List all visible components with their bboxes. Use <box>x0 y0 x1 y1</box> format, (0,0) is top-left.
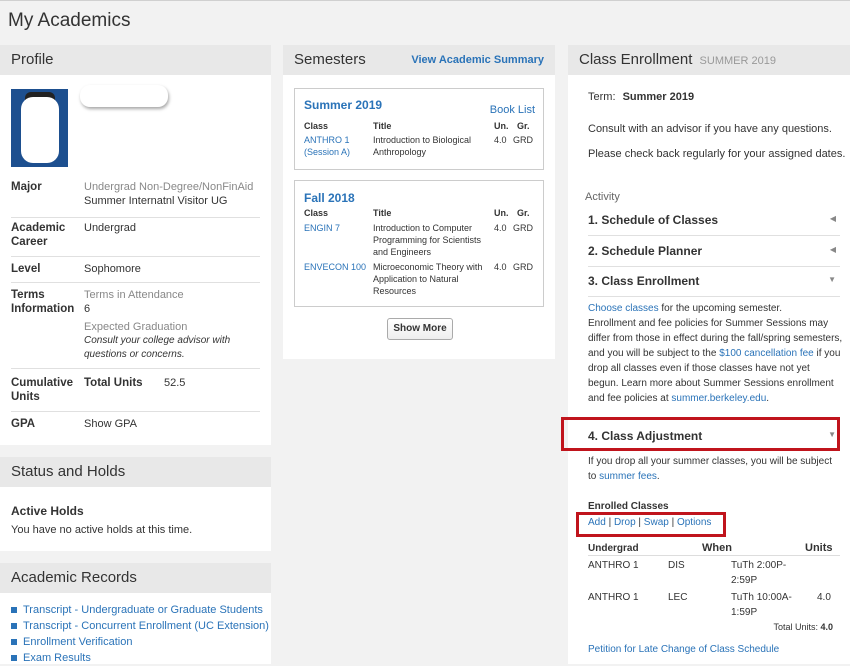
semesters-header: Semesters View Academic Summary <box>283 45 555 75</box>
redacted-name <box>80 85 168 107</box>
profile-header: Profile <box>0 45 271 75</box>
total-units-value: 52.5 <box>164 377 186 389</box>
table-divider <box>588 555 840 556</box>
cumulative-label: Cumulative Units <box>11 377 73 403</box>
major-value: Undergrad Non-Degree/NonFinAid Summer In… <box>84 181 254 207</box>
academic-records-card: Academic Records Transcript - Undergradu… <box>0 563 271 664</box>
record-link[interactable]: Transcript - Undergraduate or Graduate S… <box>11 602 269 618</box>
gpa-label: GPA <box>11 418 36 430</box>
class-title: Microeconomic Theory with Application to… <box>373 262 483 296</box>
summer-berkeley-link[interactable]: summer.berkeley.edu <box>671 393 766 404</box>
career-value: Undergrad <box>84 222 136 234</box>
show-more-button[interactable]: Show More <box>387 318 453 340</box>
book-list-link[interactable]: Book List <box>490 104 535 116</box>
highlight-enrolled-actions <box>576 512 726 537</box>
status-header: Status and Holds <box>0 457 271 487</box>
profile-card: Profile Major Undergrad Non-Degree/NonFi… <box>0 45 271 445</box>
cancellation-fee-link[interactable]: $100 cancellation fee <box>719 348 814 359</box>
view-academic-summary-link[interactable]: View Academic Summary <box>411 45 544 75</box>
summer-fees-link[interactable]: summer fees <box>599 471 657 482</box>
avatar <box>11 89 68 167</box>
highlight-class-adjustment <box>561 417 840 451</box>
col-when: When <box>702 542 732 554</box>
table-row-units: 4.0 <box>817 592 831 603</box>
top-bar: My Academics <box>0 0 850 39</box>
semester-fall-2018: Fall 2018 Class Title Un. Gr. ENGIN 7 In… <box>294 180 544 307</box>
level-value: Sophomore <box>84 263 141 275</box>
caret-down-icon: ▼ <box>828 275 836 284</box>
enrollment-description: Choose classes for the upcoming semester… <box>588 303 843 404</box>
gpa-row: GPA Show GPA <box>11 417 260 433</box>
table-row-class: ANTHRO 1 <box>588 592 639 603</box>
total-units: Total Units: 4.0 <box>773 622 833 632</box>
show-gpa-link[interactable]: Show GPA <box>84 417 262 431</box>
semester-title[interactable]: Fall 2018 <box>304 191 355 205</box>
class-enrollment-card: Class Enrollment SUMMER 2019 Term: Summe… <box>561 45 850 664</box>
table-row-type: DIS <box>668 560 685 571</box>
advisor-text: Consult with an advisor if you have any … <box>588 123 832 135</box>
major-label: Major <box>11 181 42 193</box>
terms-row: Terms Information Terms in Attendance 6 … <box>11 288 260 369</box>
records-header: Academic Records <box>0 563 271 593</box>
career-row: Academic Career Undergrad <box>11 221 260 257</box>
terms-label: Terms Information <box>11 289 75 315</box>
step-schedule-planner[interactable]: 2. Schedule Planner ◀ <box>588 236 840 267</box>
petition-late-change-link[interactable]: Petition for Late Change of Class Schedu… <box>588 644 779 655</box>
page-title: My Academics <box>8 10 131 31</box>
check-text: Please check back regularly for your ass… <box>588 148 846 160</box>
activity-label: Activity <box>585 191 620 203</box>
caret-left-icon: ◀ <box>829 245 836 254</box>
class-title: Introduction to Computer Programming for… <box>373 223 482 257</box>
records-list: Transcript - Undergraduate or Graduate S… <box>11 602 269 666</box>
col-units: Units <box>805 542 833 554</box>
status-holds-card: Status and Holds Active Holds You have n… <box>0 457 271 551</box>
table-row-when: TuTh 2:00P- 2:59P <box>731 560 787 586</box>
semester-summer-2019: Summer 2019 Book List Class Title Un. Gr… <box>294 88 544 170</box>
record-link[interactable]: Transcript - Concurrent Enrollment (UC E… <box>11 618 269 634</box>
class-link[interactable]: ENGIN 7 <box>304 222 340 234</box>
enrollment-term-tag: SUMMER 2019 <box>699 55 776 67</box>
table-row-type: LEC <box>668 592 688 603</box>
table-row-class: ANTHRO 1 <box>588 560 639 571</box>
career-label: Academic Career <box>11 222 66 248</box>
class-link[interactable]: ANTHRO 1 (Session A) <box>304 134 350 158</box>
class-link[interactable]: ENVECON 100 <box>304 261 366 273</box>
caret-left-icon: ◀ <box>829 214 836 223</box>
step-schedule-of-classes[interactable]: 1. Schedule of Classes ◀ <box>588 205 840 236</box>
active-holds-title: Active Holds <box>11 504 84 518</box>
semester-title[interactable]: Summer 2019 <box>304 98 382 112</box>
level-row: Level Sophomore <box>11 262 260 283</box>
enrollment-header: Class Enrollment SUMMER 2019 <box>568 45 850 75</box>
level-label: Level <box>11 263 41 275</box>
terms-value: Terms in Attendance 6 Expected Graduatio… <box>84 289 231 360</box>
adjustment-description: If you drop all your summer classes, you… <box>588 456 832 482</box>
step-class-enrollment[interactable]: 3. Class Enrollment ▼ <box>588 266 840 297</box>
class-title: Introduction to Biological Anthropology <box>373 135 472 157</box>
record-link[interactable]: Enrollment Verification <box>11 634 269 650</box>
semesters-card: Semesters View Academic Summary Summer 2… <box>283 45 555 359</box>
table-row-when: TuTh 10:00A- 1:59P <box>731 592 792 618</box>
term-line: Term: Summer 2019 <box>588 91 695 103</box>
cumulative-row: Cumulative Units Total Units 52.5 <box>11 376 260 412</box>
enrolled-classes-title: Enrolled Classes <box>588 501 669 512</box>
choose-classes-link[interactable]: Choose classes <box>588 303 659 314</box>
major-row: Major Undergrad Non-Degree/NonFinAid Sum… <box>11 180 260 218</box>
col-undergrad: Undergrad <box>588 543 639 554</box>
active-holds-text: You have no active holds at this time. <box>11 524 193 536</box>
